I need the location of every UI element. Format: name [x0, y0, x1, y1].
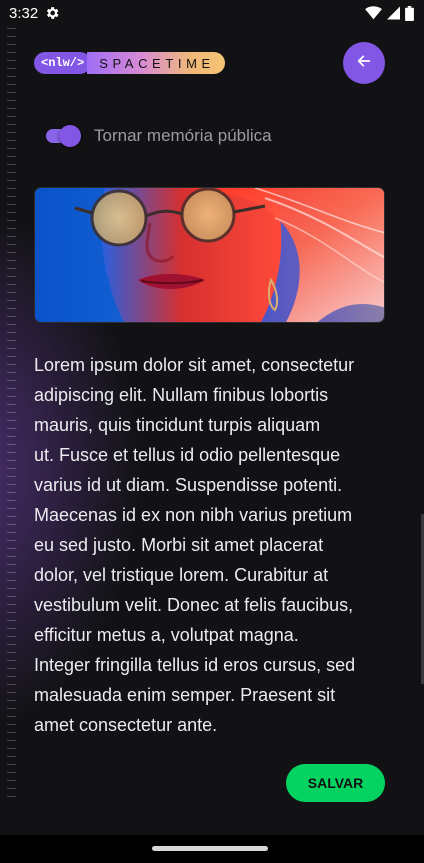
new-memory-screen: 3:32 <nlw/> SPACETIME Tornar memória púb…	[0, 0, 424, 863]
back-button[interactable]	[343, 42, 385, 84]
switch-thumb	[59, 125, 81, 147]
arrow-left-icon	[356, 53, 372, 74]
system-navigation-bar	[0, 835, 424, 863]
public-memory-label: Tornar memória pública	[94, 126, 272, 145]
public-memory-switch[interactable]	[46, 125, 81, 147]
settings-icon	[44, 5, 60, 21]
wifi-icon	[365, 6, 382, 20]
signal-icon	[387, 6, 400, 20]
home-indicator[interactable]	[152, 846, 268, 851]
clock: 3:32	[9, 4, 39, 22]
public-memory-toggle-row[interactable]: Tornar memória pública	[46, 124, 272, 148]
logo-code-tag: <nlw/>	[34, 52, 92, 74]
save-button[interactable]: SALVAR	[286, 764, 385, 802]
memory-text-area[interactable]: Lorem ipsum dolor sit amet, consectetur …	[34, 350, 394, 740]
memory-cover-image[interactable]	[34, 187, 385, 323]
nlw-spacetime-logo: <nlw/> SPACETIME	[34, 52, 225, 74]
decorative-stripes	[7, 28, 16, 803]
battery-icon	[405, 5, 414, 21]
logo-wordmark: SPACETIME	[87, 52, 225, 74]
status-bar: 3:32	[0, 0, 424, 26]
